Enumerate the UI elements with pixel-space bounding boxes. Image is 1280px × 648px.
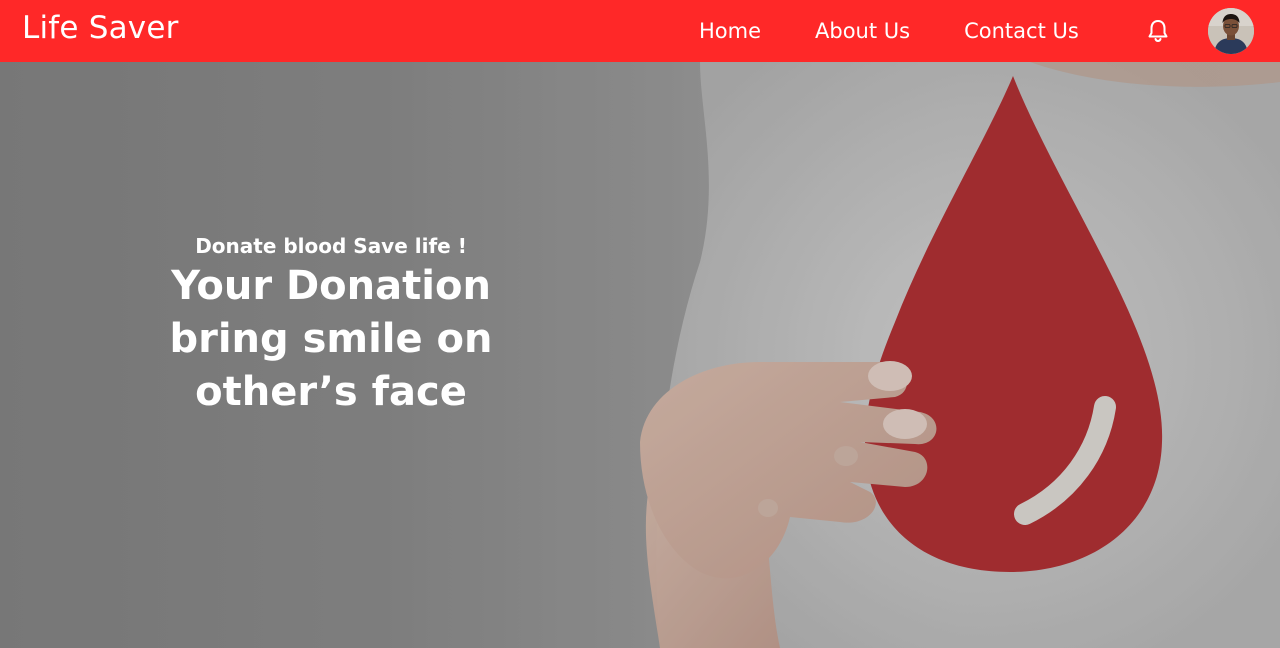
nav-links: Home About Us Contact Us: [699, 0, 1079, 62]
hero-headline-line-1: Your Donation: [171, 263, 491, 309]
nav-contact-link[interactable]: Contact Us: [964, 19, 1079, 43]
hero-tagline: Donate blood Save life !: [195, 234, 467, 258]
brand-logo[interactable]: Life Saver: [22, 10, 179, 46]
hero-banner: Donate blood Save life ! Your Donation b…: [0, 62, 1280, 648]
hero-headline-line-2: bring smile on: [169, 316, 493, 362]
bell-icon[interactable]: [1146, 18, 1170, 44]
hero-text-block: Donate blood Save life ! Your Donation b…: [130, 232, 532, 419]
user-avatar[interactable]: [1208, 8, 1254, 54]
nav-home-link[interactable]: Home: [699, 19, 761, 43]
nav-about-link[interactable]: About Us: [815, 19, 910, 43]
hero-headline: Your Donation bring smile on other’s fac…: [130, 260, 532, 419]
hero-headline-line-3: other’s face: [195, 369, 467, 415]
top-navbar: Life Saver Home About Us Contact Us: [0, 0, 1280, 62]
